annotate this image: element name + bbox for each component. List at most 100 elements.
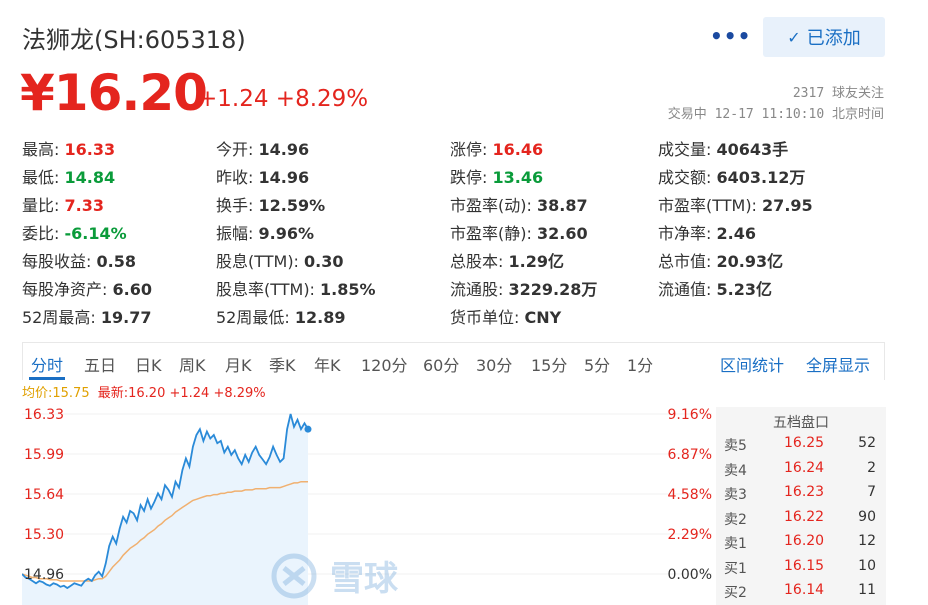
stat-cell: 流通值: 5.23亿 xyxy=(658,276,772,300)
stat-label: 流通值: xyxy=(658,280,717,299)
stat-cell: 每股收益: 0.58 xyxy=(22,248,136,272)
order-side: 买1 xyxy=(724,560,747,577)
tab-period[interactable]: 月K xyxy=(225,352,252,376)
price-change: +1.24 +8.29% xyxy=(198,86,369,112)
stat-value: 6403.12万 xyxy=(716,168,806,187)
order-book-title: 五档盘口 xyxy=(773,415,829,431)
stat-label: 总股本: xyxy=(450,252,509,271)
order-volume: 2 xyxy=(867,459,876,476)
more-options-icon[interactable]: ••• xyxy=(710,24,751,48)
chart-period-tabs: 分时 五日 日K 周K 月K 季K 年K 120分 60分 30分 15分 5分 1分 区间统计 全屏显示 xyxy=(22,342,885,380)
added-watchlist-button[interactable]: ✓ 已添加 xyxy=(763,17,885,57)
stat-cell: 市盈率(静): 32.60 xyxy=(450,220,588,244)
stat-value: -6.14% xyxy=(64,224,127,243)
price-area xyxy=(22,414,308,605)
stat-value: 14.84 xyxy=(64,168,116,187)
order-book-row: 卖1 16.20 12 xyxy=(716,533,886,557)
order-side: 卖4 xyxy=(724,462,747,479)
stat-cell: 换手: 12.59% xyxy=(216,192,325,216)
order-side: 买2 xyxy=(724,585,747,601)
order-price: 16.23 xyxy=(784,484,825,500)
stat-cell: 总股本: 1.29亿 xyxy=(450,248,564,272)
tab-period[interactable]: 5分 xyxy=(584,352,610,376)
order-book-row: 卖3 16.23 7 xyxy=(716,484,886,508)
stat-label: 流通股: xyxy=(450,280,509,299)
stat-cell: 52周最低: 12.89 xyxy=(216,304,345,328)
stat-label: 成交量: xyxy=(658,140,717,159)
stat-value: 7.33 xyxy=(64,196,104,215)
order-book-row: 卖2 16.22 90 xyxy=(716,509,886,533)
order-book-row: 买1 16.15 10 xyxy=(716,558,886,582)
tab-period[interactable]: 日K xyxy=(135,352,162,376)
stat-cell: 股息率(TTM): 1.85% xyxy=(216,276,376,300)
stat-label: 市盈率(动): xyxy=(450,196,537,215)
stat-value: 27.95 xyxy=(762,196,813,215)
tab-period[interactable]: 120分 xyxy=(361,352,408,376)
stat-label: 最低: xyxy=(22,168,65,187)
stat-label: 每股净资产: xyxy=(22,280,113,299)
stat-cell: 量比: 7.33 xyxy=(22,192,104,216)
stat-value: 20.93亿 xyxy=(716,252,784,271)
tab-period[interactable]: 15分 xyxy=(531,352,567,376)
current-price: ¥16.20 xyxy=(20,64,208,122)
stat-cell: 委比: -6.14% xyxy=(22,220,127,244)
stat-value: 14.96 xyxy=(258,168,310,187)
stat-value: 32.60 xyxy=(536,224,588,243)
stat-value: 9.96% xyxy=(258,224,314,243)
pct-tick-label: 0.00% xyxy=(668,567,712,583)
stat-value: 14.96 xyxy=(258,140,310,159)
stat-value: 12.59% xyxy=(258,196,326,215)
stat-value: 0.58 xyxy=(96,252,136,271)
stat-value: 40643手 xyxy=(716,140,789,159)
stat-value: 19.77 xyxy=(100,308,152,327)
order-price: 16.14 xyxy=(784,582,825,598)
fullscreen-button[interactable]: 全屏显示 xyxy=(806,352,870,376)
pct-tick-label: 9.16% xyxy=(668,407,712,423)
tab-period[interactable]: 周K xyxy=(179,352,206,376)
order-side: 卖2 xyxy=(724,511,747,528)
stat-cell: 流通股: 3229.28万 xyxy=(450,276,597,300)
stat-label: 振幅: xyxy=(216,224,259,243)
followers-count[interactable]: 2317 球友关注 xyxy=(793,82,884,101)
tab-period[interactable]: 60分 xyxy=(423,352,459,376)
stat-cell: 昨收: 14.96 xyxy=(216,164,309,188)
stat-value: 0.30 xyxy=(304,252,344,271)
order-price: 16.15 xyxy=(784,557,825,574)
stat-label: 昨收: xyxy=(216,168,259,187)
stat-label: 换手: xyxy=(216,196,259,215)
order-book-row: 卖5 16.25 52 xyxy=(716,435,886,459)
tab-period[interactable]: 分时 xyxy=(31,352,63,376)
y-tick-label: 15.99 xyxy=(24,447,64,463)
tab-period[interactable]: 五日 xyxy=(84,352,116,376)
stat-label: 每股收益: xyxy=(22,252,97,271)
tab-period[interactable]: 1分 xyxy=(627,352,653,376)
stat-cell: 总市值: 20.93亿 xyxy=(658,248,783,272)
order-volume: 11 xyxy=(858,582,876,598)
stat-cell: 最高: 16.33 xyxy=(22,136,115,160)
stat-cell: 跌停: 13.46 xyxy=(450,164,543,188)
stat-cell: 涨停: 16.46 xyxy=(450,136,543,160)
order-volume: 10 xyxy=(858,557,876,574)
stat-label: 最高: xyxy=(22,140,65,159)
tab-period[interactable]: 年K xyxy=(314,352,341,376)
stat-label: 今开: xyxy=(216,140,259,159)
tab-period[interactable]: 季K xyxy=(269,352,296,376)
last-price-dot xyxy=(304,425,312,433)
stat-cell: 市盈率(TTM): 27.95 xyxy=(658,192,813,216)
order-volume: 90 xyxy=(858,508,876,525)
snowball-logo-icon: 雪球 xyxy=(271,553,399,599)
order-price: 16.24 xyxy=(784,459,825,476)
added-button-label: 已添加 xyxy=(806,28,861,49)
stat-label: 52周最低: xyxy=(216,308,295,327)
stat-value: 16.33 xyxy=(64,140,116,159)
tab-period[interactable]: 30分 xyxy=(476,352,512,376)
stat-value: 38.87 xyxy=(536,196,588,215)
stat-value: 6.60 xyxy=(112,280,152,299)
stat-label: 跌停: xyxy=(450,168,493,187)
order-side: 卖5 xyxy=(724,438,747,454)
order-book-panel: 五档盘口 卖5 16.25 52 卖4 16.24 2 卖3 16.23 7 卖2 16.22 90 卖… xyxy=(716,407,886,605)
pct-tick-label: 6.87% xyxy=(668,447,712,463)
watermark-text: 雪球 xyxy=(330,559,399,599)
range-stats-button[interactable]: 区间统计 xyxy=(720,352,784,376)
stat-label: 委比: xyxy=(22,224,65,243)
